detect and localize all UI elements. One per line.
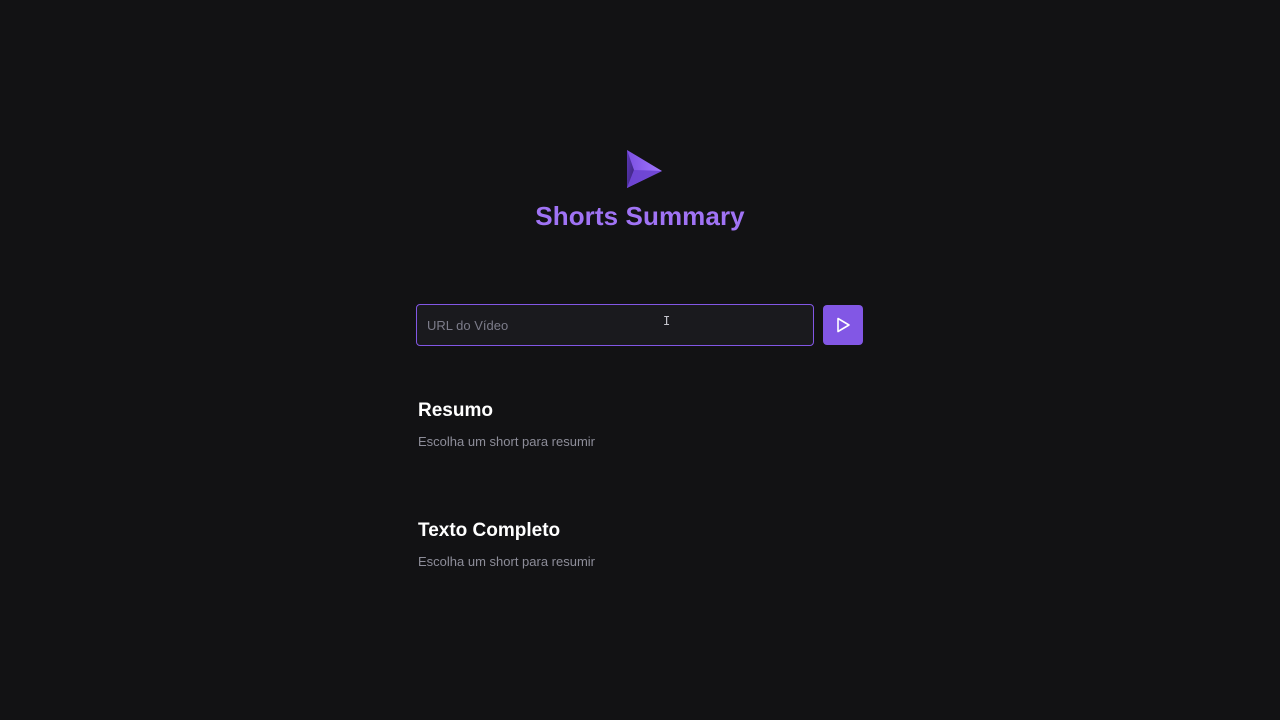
app-title: Shorts Summary xyxy=(535,201,745,231)
submit-button[interactable] xyxy=(823,305,863,345)
summary-title: Resumo xyxy=(418,400,493,421)
full-text-section: Texto Completo Escolha um short para res… xyxy=(418,520,1018,569)
full-text-content: Escolha um short para resumir xyxy=(418,554,596,569)
full-text-title: Texto Completo xyxy=(418,520,561,541)
url-form: I xyxy=(416,304,864,346)
video-url-input[interactable] xyxy=(416,304,814,346)
play-logo-icon xyxy=(627,150,662,188)
play-icon xyxy=(837,317,850,333)
summary-section: Resumo Escolha um short para resumir xyxy=(418,400,1018,449)
app-page: Shorts Summary I Resumo Escolha um short… xyxy=(0,0,1280,720)
summary-text: Escolha um short para resumir xyxy=(418,434,596,449)
text-cursor-icon: I xyxy=(663,314,671,328)
